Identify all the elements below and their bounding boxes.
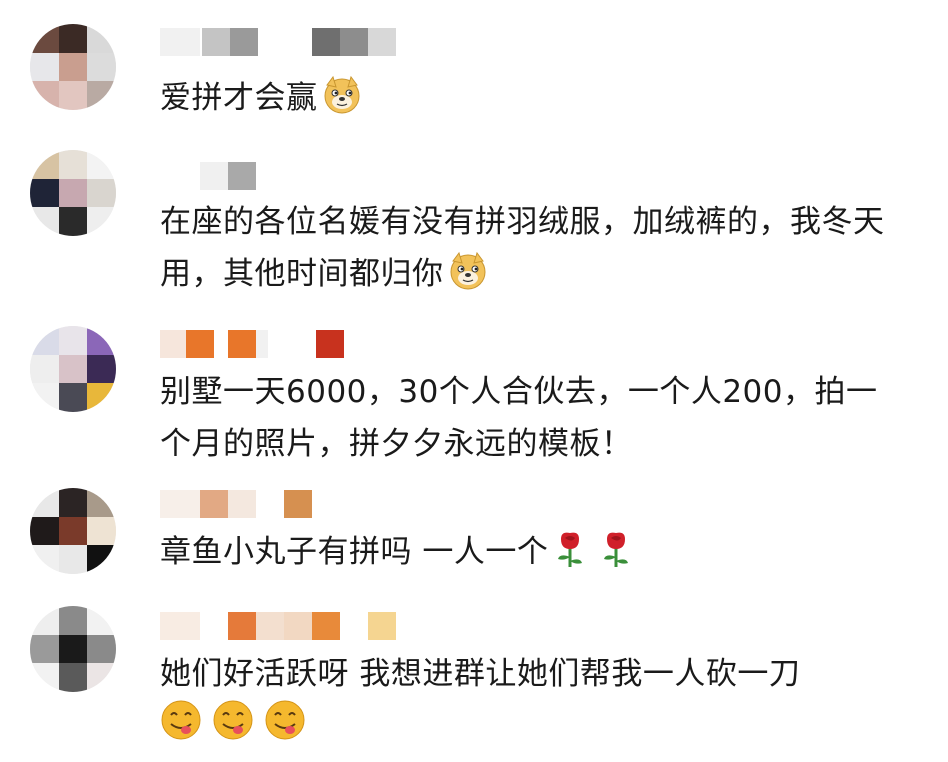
user-avatar[interactable] — [30, 488, 116, 574]
comment-text: 章鱼小丸子有拼吗 一人一个 — [160, 526, 920, 585]
comment-text: 她们好活跃呀 我想进群让她们帮我一人砍一刀 — [160, 656, 801, 692]
yummy-face-emoji — [160, 699, 202, 757]
comment-text: 别墅一天6000，30个人合伙去，一个人200，拍一个月的照片，拼夕夕永远的模板… — [160, 374, 878, 462]
comment-text: 爱拼才会赢 — [160, 72, 920, 131]
user-avatar[interactable] — [30, 150, 116, 236]
doge-emoji — [322, 75, 362, 131]
yummy-face-emoji — [212, 699, 254, 757]
comment-text: 在座的各位名媛有没有拼羽绒服，加绒裤的，我冬天用，其他时间都归你 — [160, 196, 900, 307]
doge-emoji — [448, 251, 488, 307]
rose-emoji — [552, 529, 588, 585]
user-avatar[interactable] — [30, 326, 116, 412]
yummy-face-emoji — [264, 699, 306, 757]
rose-emoji — [598, 529, 634, 585]
user-avatar[interactable] — [30, 606, 116, 692]
user-avatar[interactable] — [30, 24, 116, 110]
emoji-row — [160, 698, 920, 757]
